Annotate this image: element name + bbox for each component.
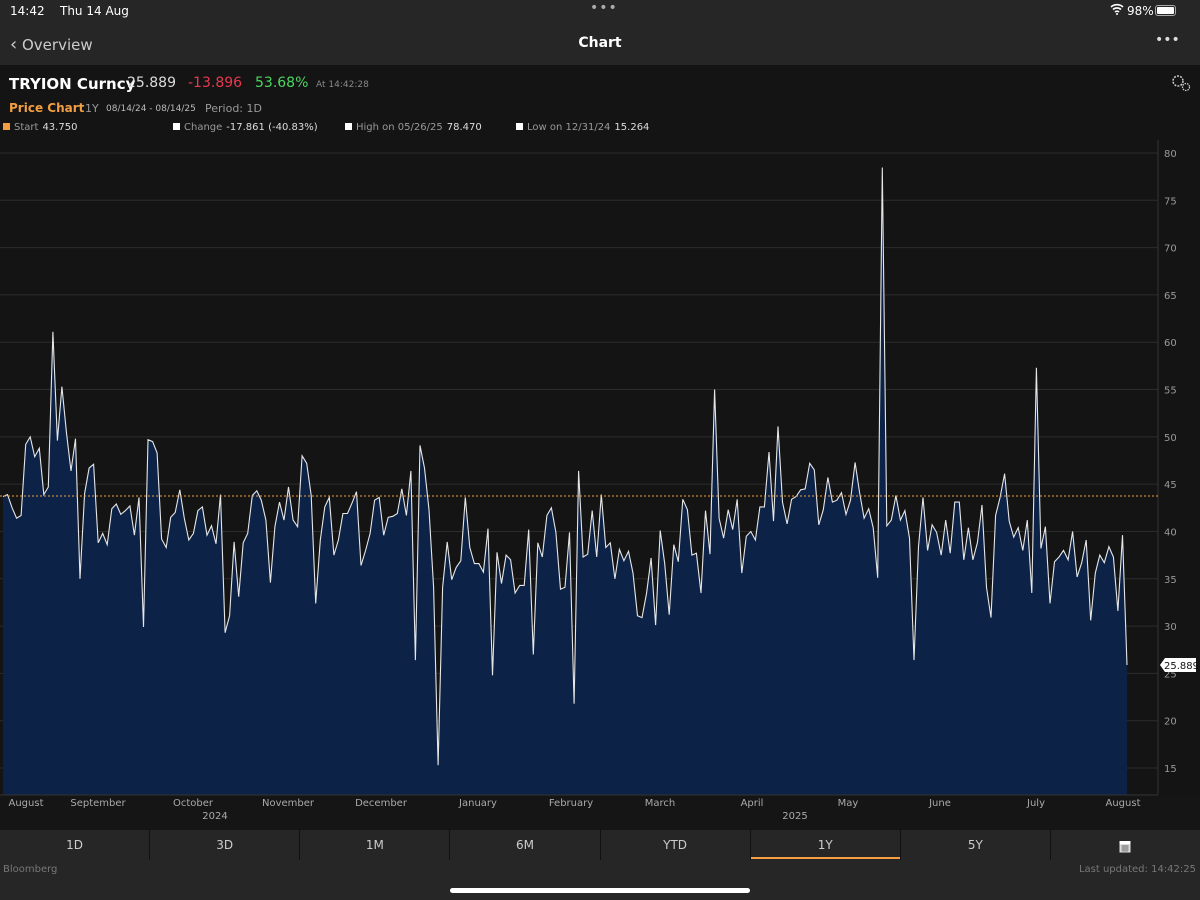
year-label: 2025 bbox=[782, 811, 808, 822]
ellipsis-icon: ••• bbox=[1155, 32, 1180, 48]
x-tick-label: August bbox=[1105, 798, 1141, 809]
legend-value: 15.264 bbox=[614, 122, 650, 133]
y-tick-label: 65 bbox=[1164, 291, 1177, 302]
x-tick-label: March bbox=[644, 798, 676, 809]
tab-6m[interactable]: 6M bbox=[450, 830, 601, 860]
tab-3d[interactable]: 3D bbox=[150, 830, 301, 860]
y-tick-label: 15 bbox=[1164, 764, 1177, 775]
source-label: Bloomberg bbox=[3, 864, 58, 875]
legend-start: Start 43.750 bbox=[3, 122, 77, 133]
y-tick-label: 55 bbox=[1164, 386, 1177, 397]
legend-label: High on 05/26/25 bbox=[356, 122, 443, 133]
y-tick-label: 75 bbox=[1164, 196, 1177, 207]
net-change: -13.896 bbox=[188, 75, 243, 91]
quote-header: TRYION Curncy 25.889 -13.896 53.68% At 1… bbox=[0, 65, 1200, 145]
tab-5y[interactable]: 5Y bbox=[901, 830, 1051, 860]
range-tabs: 1D 3D 1M 6M YTD 1Y 5Y bbox=[0, 830, 1200, 860]
y-tick-label: 50 bbox=[1164, 433, 1177, 444]
y-tick-label: 30 bbox=[1164, 622, 1177, 633]
calendar-button[interactable] bbox=[1051, 830, 1200, 860]
legend-value: 43.750 bbox=[42, 122, 78, 133]
x-tick-label: September bbox=[70, 798, 126, 809]
year-label: 2024 bbox=[202, 811, 228, 822]
status-date: Thu 14 Aug bbox=[60, 4, 129, 18]
x-tick-label: November bbox=[261, 798, 315, 809]
y-tick-label: 35 bbox=[1164, 575, 1177, 586]
legend-label: Low on 12/31/24 bbox=[527, 122, 611, 133]
wifi-icon bbox=[1110, 3, 1124, 18]
legend-label: Change bbox=[184, 122, 223, 133]
x-tick-label: February bbox=[548, 798, 594, 809]
calendar-icon bbox=[1119, 840, 1131, 852]
tab-1y[interactable]: 1Y bbox=[750, 830, 901, 860]
legend-label: Start bbox=[14, 122, 39, 133]
status-time: 14:42 bbox=[10, 4, 45, 18]
percent-change: 53.68% bbox=[255, 75, 309, 91]
last-price: 25.889 bbox=[127, 75, 176, 91]
tab-1d[interactable]: 1D bbox=[0, 830, 151, 860]
ticker: TRYION Curncy bbox=[9, 75, 136, 93]
x-tick-label: April bbox=[740, 798, 764, 809]
last-value-label: 25.889 bbox=[1164, 661, 1199, 672]
x-tick-label: May bbox=[837, 798, 859, 809]
price-chart[interactable]: 15 2025 30 35 40 45 50 55 60 65 70 75 80 25.889 bbox=[0, 140, 1200, 830]
nav-bar: ‹ Overview Chart ••• bbox=[0, 22, 1200, 65]
x-tick-label: August bbox=[8, 798, 44, 809]
last-updated: Last updated: 14:42:25 bbox=[1078, 864, 1196, 875]
tab-1m[interactable]: 1M bbox=[300, 830, 451, 860]
chart-period: Period: 1D bbox=[205, 102, 262, 115]
x-tick-label: December bbox=[355, 798, 407, 809]
x-tick-label: July bbox=[1027, 798, 1045, 809]
x-tick-label: October bbox=[172, 798, 214, 809]
legend-swatch bbox=[345, 123, 352, 130]
y-tick-label: 60 bbox=[1164, 338, 1177, 349]
y-tick-label: 70 bbox=[1164, 244, 1177, 255]
more-button[interactable]: ••• bbox=[1155, 32, 1180, 48]
footer: Bloomberg Last updated: 14:42:25 bbox=[0, 860, 1200, 900]
as-of-time: At 14:42:28 bbox=[316, 80, 369, 90]
x-tick-label: January bbox=[459, 798, 497, 809]
legend-swatch bbox=[173, 123, 180, 130]
y-tick-label: 80 bbox=[1164, 149, 1177, 160]
chart-dates: 08/14/24 - 08/14/25 bbox=[106, 104, 196, 114]
legend-change: Change -17.861 (-40.83%) bbox=[173, 122, 318, 133]
tab-ytd[interactable]: YTD bbox=[601, 830, 751, 860]
battery-icon bbox=[1155, 5, 1176, 16]
home-indicator[interactable] bbox=[450, 888, 750, 893]
battery-percent: 98% bbox=[1127, 4, 1154, 18]
page-title: Chart bbox=[578, 35, 622, 51]
x-tick-label: June bbox=[929, 798, 951, 809]
y-tick-label: 45 bbox=[1164, 480, 1177, 491]
legend-swatch bbox=[516, 123, 523, 130]
legend-low: Low on 12/31/24 15.264 bbox=[516, 122, 649, 133]
y-tick-label: 40 bbox=[1164, 527, 1177, 538]
gears-icon[interactable] bbox=[1170, 73, 1192, 97]
chart-type-label: Price Chart bbox=[9, 101, 85, 115]
legend-swatch bbox=[3, 123, 10, 130]
chart-range: 1Y bbox=[85, 102, 99, 115]
status-bar: 14:42 Thu 14 Aug ••• 98% bbox=[0, 0, 1200, 22]
y-tick-label: 20 bbox=[1164, 717, 1177, 728]
legend-value: -17.861 (-40.83%) bbox=[226, 122, 318, 133]
legend-high: High on 05/26/25 78.470 bbox=[345, 122, 482, 133]
multitask-dots-icon[interactable]: ••• bbox=[590, 0, 618, 16]
legend-value: 78.470 bbox=[446, 122, 482, 133]
